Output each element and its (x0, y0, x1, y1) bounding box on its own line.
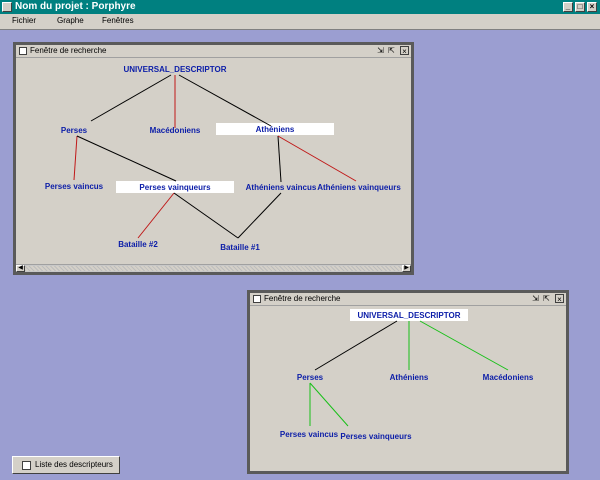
minimize-button[interactable]: _ (563, 2, 573, 12)
close-icon[interactable]: × (555, 294, 564, 304)
edge-root-atheniens (178, 74, 272, 127)
menu-bar: Fichier Graphe Fenêtres (0, 14, 600, 30)
search-window-1-titlebar[interactable]: Fenêtre de recherche ⇲ ⇱ × (16, 45, 411, 58)
maximize-icon[interactable]: ⇱ (387, 46, 396, 55)
close-button[interactable]: × (587, 2, 597, 12)
horizontal-scrollbar[interactable]: ◀ ▶ (16, 264, 411, 272)
search-window-2-titlebar[interactable]: Fenêtre de recherche ⇲ ⇱ × (250, 293, 566, 306)
edge-atheniens-vaincus (277, 135, 282, 183)
scroll-track[interactable] (25, 266, 402, 271)
node-universal-descriptor[interactable]: UNIVERSAL_DESCRIPTOR (124, 65, 227, 74)
edge-root-macedoniens (419, 320, 509, 371)
node-perses[interactable]: Perses (61, 126, 88, 135)
edge-avaincus-bataille1 (237, 192, 282, 239)
search-window-2: Fenêtre de recherche ⇲ ⇱ × UNIVERSAL_DES… (247, 290, 569, 474)
node-macedoniens[interactable]: Macédoniens (150, 126, 201, 135)
menu-graphe[interactable]: Graphe (57, 16, 84, 25)
node-atheniens[interactable]: Athéniens (256, 125, 295, 134)
frame-icon (19, 47, 27, 55)
node-atheniens-vainqueurs[interactable]: Athéniens vainqueurs (317, 183, 401, 192)
app-window: Nom du projet : Porphyre _ □ × Fichier G… (0, 0, 600, 480)
graph-2-svg: UNIVERSAL_DESCRIPTOR Perses Athéniens Ma… (280, 309, 534, 441)
scroll-left-icon[interactable]: ◀ (16, 265, 25, 272)
descriptor-list-button[interactable]: Liste des descripteurs (12, 456, 120, 474)
edge-perses-vainqueurs (309, 382, 349, 427)
scroll-right-icon[interactable]: ▶ (402, 265, 411, 272)
node-perses-vaincus[interactable]: Perses vaincus (280, 430, 339, 439)
node-perses-vaincus[interactable]: Perses vaincus (45, 182, 104, 191)
restore-icon[interactable]: ⇲ (531, 294, 540, 303)
node-universal-descriptor[interactable]: UNIVERSAL_DESCRIPTOR (358, 311, 461, 320)
node-perses[interactable]: Perses (297, 373, 324, 382)
close-icon[interactable]: × (400, 46, 409, 56)
search-window-1: Fenêtre de recherche ⇲ ⇱ × UNIVERSAL_DES… (13, 42, 414, 275)
frame-icon (253, 295, 261, 303)
graph-canvas-2[interactable]: UNIVERSAL_DESCRIPTOR Perses Athéniens Ma… (250, 306, 566, 471)
node-bataille-1[interactable]: Bataille #1 (220, 243, 260, 252)
window-title: Nom du projet : Porphyre (15, 1, 136, 12)
node-perses-vainqueurs[interactable]: Perses vainqueurs (340, 432, 412, 441)
node-perses-vainqueurs[interactable]: Perses vainqueurs (139, 183, 211, 192)
edge-root-perses (314, 320, 398, 371)
frame-icon (22, 461, 31, 470)
menu-fenetres[interactable]: Fenêtres (102, 16, 134, 25)
edge-atheniens-vainqueurs (277, 135, 357, 182)
descriptor-list-label: Liste des descripteurs (35, 460, 113, 469)
maximize-icon[interactable]: ⇱ (542, 294, 551, 303)
app-icon (2, 2, 12, 12)
restore-icon[interactable]: ⇲ (376, 46, 385, 55)
maximize-button[interactable]: □ (575, 2, 585, 12)
node-atheniens-vaincus[interactable]: Athéniens vaincus (246, 183, 317, 192)
graph-1-svg: UNIVERSAL_DESCRIPTOR Perses Macédoniens … (45, 65, 401, 252)
search-window-1-title: Fenêtre de recherche (30, 46, 107, 55)
edge-pvainqueurs-bataille2 (137, 192, 175, 239)
edge-pvainqueurs-bataille1 (173, 192, 239, 239)
edge-root-perses (90, 74, 172, 122)
menu-fichier[interactable]: Fichier (12, 16, 36, 25)
edge-perses-vainqueurs (76, 135, 177, 182)
search-window-2-title: Fenêtre de recherche (264, 294, 341, 303)
node-atheniens[interactable]: Athéniens (390, 373, 429, 382)
graph-canvas-1[interactable]: UNIVERSAL_DESCRIPTOR Perses Macédoniens … (16, 58, 411, 264)
edge-perses-vaincus (73, 135, 78, 181)
node-bataille-2[interactable]: Bataille #2 (118, 240, 158, 249)
node-macedoniens[interactable]: Macédoniens (483, 373, 534, 382)
window-titlebar[interactable]: Nom du projet : Porphyre _ □ × (0, 0, 600, 14)
